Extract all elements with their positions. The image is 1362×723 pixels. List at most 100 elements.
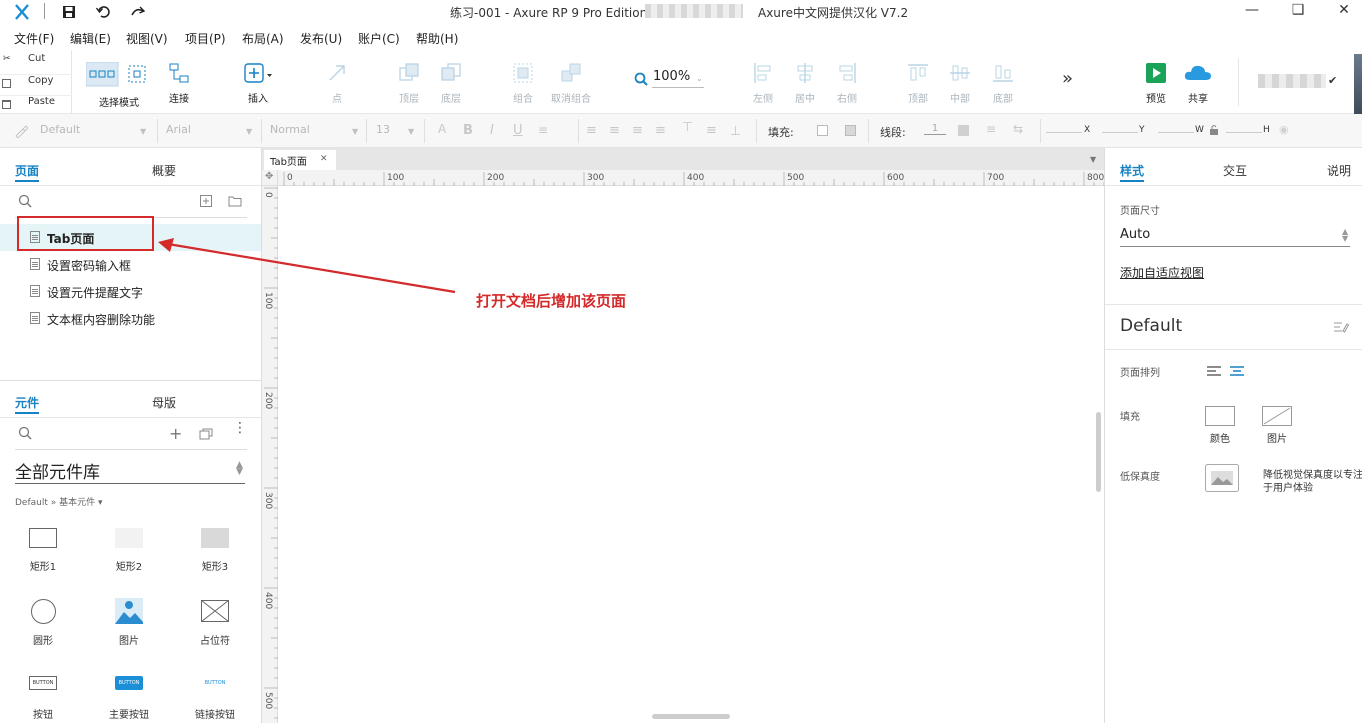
copy-button[interactable]: Copy bbox=[0, 74, 72, 94]
tab-masters[interactable]: 母版 bbox=[152, 394, 176, 411]
maximize-button[interactable]: ❑ bbox=[1288, 2, 1308, 22]
widget-image[interactable]: 图片 bbox=[94, 598, 164, 668]
align-right-button[interactable]: 右侧 bbox=[819, 58, 875, 108]
underline-icon[interactable]: U bbox=[513, 123, 523, 138]
widget-rect3[interactable]: 矩形3 bbox=[180, 524, 250, 594]
cut-button[interactable]: ✂ Cut bbox=[0, 53, 72, 73]
valign-middle-icon[interactable]: ≡ bbox=[706, 123, 717, 138]
widget-rect2[interactable]: 矩形2 bbox=[94, 524, 164, 594]
add-adaptive-view-link[interactable]: 添加自适应视图 bbox=[1120, 264, 1204, 281]
library-select[interactable]: 全部元件库 bbox=[15, 458, 100, 483]
align-text-left-icon[interactable]: ≡ bbox=[586, 123, 597, 138]
page-item-clear-text[interactable]: 文本框内容删除功能 bbox=[0, 305, 261, 332]
pages-search-icon[interactable] bbox=[18, 194, 32, 208]
insert-button[interactable]: 插入 bbox=[230, 58, 286, 108]
menu-file[interactable]: 文件(F) bbox=[14, 30, 54, 47]
y-field[interactable] bbox=[1102, 132, 1138, 133]
menu-account[interactable]: 账户(C) bbox=[358, 30, 400, 47]
widget-rect1[interactable]: 矩形1 bbox=[8, 524, 78, 594]
fill-color-swatch[interactable] bbox=[817, 125, 828, 136]
tab-outline[interactable]: 概要 bbox=[152, 162, 176, 179]
italic-icon[interactable]: I bbox=[490, 123, 494, 138]
arrow-style-icon[interactable]: ⇆ bbox=[1013, 122, 1023, 136]
menu-layout[interactable]: 布局(A) bbox=[242, 30, 284, 47]
more-options-icon[interactable]: ⋮ bbox=[233, 421, 247, 435]
library-breadcrumb[interactable]: Default » 基本元件 ▾ bbox=[15, 495, 103, 508]
vertical-scrollbar[interactable] bbox=[1096, 412, 1101, 492]
align-text-justify-icon[interactable]: ≡ bbox=[655, 123, 666, 138]
tab-notes[interactable]: 说明 bbox=[1327, 162, 1351, 179]
low-fidelity-toggle[interactable] bbox=[1205, 464, 1239, 492]
style-name[interactable]: Default bbox=[1120, 316, 1182, 336]
minimize-button[interactable]: — bbox=[1242, 2, 1262, 22]
fill-shadow-swatch[interactable] bbox=[845, 125, 856, 136]
menu-view[interactable]: 视图(V) bbox=[126, 30, 168, 47]
fill-image-button[interactable] bbox=[1262, 406, 1292, 426]
close-button[interactable]: ✕ bbox=[1334, 2, 1354, 22]
font-size-select[interactable]: 13 bbox=[376, 123, 390, 139]
tab-pages[interactable]: 页面 bbox=[15, 162, 39, 179]
align-bottom-button[interactable]: 底部 bbox=[975, 58, 1031, 108]
tab-style[interactable]: 样式 bbox=[1120, 162, 1144, 179]
edit-style-icon[interactable] bbox=[1333, 320, 1349, 334]
add-page-icon[interactable] bbox=[200, 195, 212, 207]
send-to-back-button[interactable]: 底层 bbox=[423, 58, 479, 108]
line-style-icon[interactable]: ≡ bbox=[986, 122, 996, 136]
lock-icon[interactable] bbox=[1209, 124, 1219, 136]
save-icon[interactable] bbox=[62, 5, 76, 19]
tab-interaction[interactable]: 交互 bbox=[1223, 162, 1247, 179]
style-select[interactable]: Default bbox=[40, 123, 80, 139]
point-button[interactable]: 点 bbox=[309, 58, 365, 108]
account-avatar[interactable] bbox=[1258, 74, 1326, 88]
redo-icon[interactable] bbox=[130, 5, 146, 19]
align-text-center-icon[interactable]: ≡ bbox=[609, 123, 620, 138]
menu-edit[interactable]: 编辑(E) bbox=[70, 30, 111, 47]
widget-placeholder[interactable]: 占位符 bbox=[180, 598, 250, 668]
widget-primary-button[interactable]: BUTTON 主要按钮 bbox=[94, 672, 164, 723]
widget-link-button[interactable]: BUTTON 链接按钮 bbox=[180, 672, 250, 723]
valign-top-icon[interactable]: ⊤ bbox=[682, 120, 693, 135]
list-icon[interactable]: ≡ bbox=[538, 123, 548, 137]
menu-help[interactable]: 帮助(H) bbox=[416, 30, 458, 47]
w-field[interactable] bbox=[1158, 132, 1194, 133]
page-size-select[interactable]: Auto bbox=[1120, 227, 1150, 242]
page-align-left-icon[interactable] bbox=[1207, 366, 1221, 377]
connect-button[interactable]: 连接 bbox=[151, 58, 207, 108]
menu-publish[interactable]: 发布(U) bbox=[300, 30, 342, 47]
menu-project[interactable]: 项目(P) bbox=[185, 30, 226, 47]
page-align-center-icon[interactable] bbox=[1230, 366, 1244, 377]
line-width-field[interactable]: 1 bbox=[924, 123, 946, 135]
weight-select[interactable]: Normal bbox=[270, 123, 310, 139]
undo-icon[interactable] bbox=[96, 5, 110, 19]
panel-splitter[interactable] bbox=[0, 380, 261, 381]
select-mode-button[interactable]: 选择模式 bbox=[84, 58, 154, 109]
bold-icon[interactable]: B bbox=[463, 123, 473, 138]
share-button[interactable]: 共享 bbox=[1170, 58, 1226, 108]
horizontal-scrollbar[interactable] bbox=[652, 714, 730, 719]
h-field[interactable] bbox=[1226, 132, 1262, 133]
align-text-right-icon[interactable]: ≡ bbox=[632, 123, 643, 138]
fill-color-button[interactable] bbox=[1205, 406, 1235, 426]
doc-tab-tab-page[interactable]: Tab页面 ✕ bbox=[264, 150, 336, 170]
ungroup-button[interactable]: 取消组合 bbox=[543, 58, 599, 108]
font-select[interactable]: Arial bbox=[166, 123, 191, 139]
valign-bottom-icon[interactable]: ⊥ bbox=[730, 124, 741, 139]
zoom-control[interactable]: 100% ⌄ bbox=[634, 68, 706, 88]
paste-icon bbox=[2, 100, 11, 109]
tab-list-caret-icon[interactable]: ▼ bbox=[1090, 155, 1096, 164]
widget-circle[interactable]: 圆形 bbox=[8, 598, 78, 668]
more-tools-button[interactable]: » bbox=[1062, 68, 1073, 89]
tab-widgets[interactable]: 元件 bbox=[15, 394, 39, 411]
x-field[interactable] bbox=[1046, 132, 1082, 133]
widgets-search-icon[interactable] bbox=[18, 426, 32, 440]
library-copy-icon[interactable] bbox=[199, 428, 213, 440]
widget-button[interactable]: BUTTON 按钮 bbox=[8, 672, 78, 723]
line-color-swatch[interactable] bbox=[958, 125, 969, 136]
window-title-suffix: Axure中文网提供汉化 V7.2 bbox=[758, 6, 909, 20]
visibility-eye-icon[interactable]: ◉ bbox=[1279, 123, 1289, 136]
font-color-icon[interactable]: A bbox=[438, 122, 446, 136]
add-library-icon[interactable]: + bbox=[169, 424, 182, 443]
close-tab-icon[interactable]: ✕ bbox=[320, 154, 328, 164]
add-folder-icon[interactable] bbox=[228, 195, 242, 207]
paste-button[interactable]: Paste bbox=[0, 95, 72, 115]
